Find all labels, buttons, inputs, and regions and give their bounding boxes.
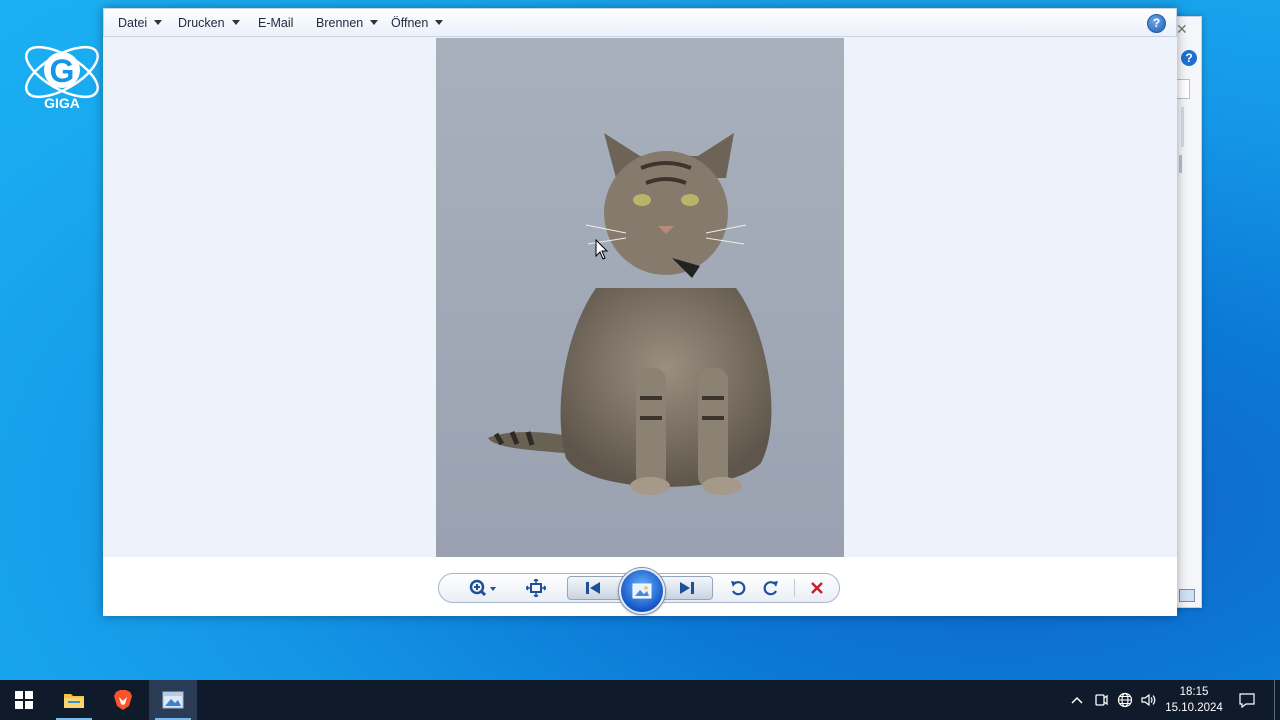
previous-button[interactable]	[578, 574, 608, 602]
clock-date: 15.10.2024	[1165, 702, 1223, 714]
tray-volume[interactable]	[1138, 680, 1160, 720]
rotate-counterclockwise-icon	[731, 581, 746, 596]
scrollbar-thumb[interactable]	[1179, 155, 1182, 173]
chevron-down-icon	[435, 20, 444, 26]
show-desktop-button[interactable]	[1274, 680, 1275, 720]
taskbar-file-explorer[interactable]	[50, 680, 98, 720]
zoom-button[interactable]	[465, 574, 501, 602]
fit-to-window-icon	[526, 579, 546, 597]
slideshow-button[interactable]	[619, 568, 665, 614]
taskbar-photo-viewer[interactable]	[149, 680, 197, 720]
menu-brennen[interactable]: Brennen	[316, 16, 379, 30]
rotate-right-button[interactable]	[756, 574, 786, 602]
chevron-down-icon	[154, 20, 163, 26]
giga-logo-text: GIGA	[44, 95, 80, 111]
menu-oeffnen[interactable]: Öffnen	[391, 16, 444, 30]
clock-time: 18:15	[1179, 686, 1209, 698]
skip-next-icon	[680, 582, 694, 594]
menu-bar: Datei Drucken E-Mail Brennen Öffnen ?	[103, 8, 1177, 37]
speaker-icon	[1141, 693, 1156, 707]
cat-photo	[436, 38, 844, 558]
photo-viewer-window: Datei Drucken E-Mail Brennen Öffnen ?	[103, 8, 1177, 616]
network-globe-icon	[1117, 692, 1133, 708]
menu-email-label: E-Mail	[258, 16, 294, 30]
slideshow-icon	[632, 583, 652, 599]
window-thumbnail-icon	[1179, 589, 1195, 602]
scrollbar-track	[1181, 107, 1184, 147]
taskbar-clock[interactable]: 18:15 15.10.2024	[1162, 684, 1226, 716]
tray-overflow-button[interactable]	[1066, 680, 1088, 720]
taskbar: 18:15 15.10.2024	[0, 680, 1280, 720]
tray-meet-now[interactable]	[1091, 680, 1111, 720]
help-icon[interactable]: ?	[1181, 50, 1197, 66]
next-button[interactable]	[672, 574, 702, 602]
menu-email[interactable]: E-Mail	[258, 16, 293, 30]
brave-browser-icon	[114, 690, 132, 710]
separator	[794, 579, 795, 597]
chevron-down-icon	[370, 20, 379, 26]
action-center-button[interactable]	[1234, 680, 1260, 720]
chevron-down-icon	[231, 20, 240, 26]
close-icon[interactable]: ✕	[1176, 21, 1188, 38]
menu-datei[interactable]: Datei	[118, 16, 163, 30]
tray-network[interactable]	[1114, 680, 1136, 720]
menu-drucken[interactable]: Drucken	[178, 16, 240, 30]
menu-drucken-label: Drucken	[178, 16, 225, 30]
file-explorer-icon	[64, 694, 84, 708]
rotate-left-button[interactable]	[723, 574, 753, 602]
start-button[interactable]	[0, 680, 48, 720]
skip-previous-icon	[586, 582, 600, 594]
photo-viewer-icon	[162, 691, 184, 709]
menu-brennen-label: Brennen	[316, 16, 364, 30]
menu-oeffnen-label: Öffnen	[391, 16, 429, 30]
chevron-up-icon	[1071, 696, 1083, 704]
menu-datei-label: Datei	[118, 16, 148, 30]
mouse-cursor-icon	[595, 239, 609, 260]
notification-icon	[1239, 692, 1255, 708]
start-icon	[15, 691, 33, 709]
delete-x-icon	[811, 582, 823, 594]
help-icon[interactable]: ?	[1147, 14, 1166, 33]
taskbar-brave[interactable]	[99, 680, 147, 720]
giga-logo: G GIGA	[25, 45, 99, 111]
control-pill	[438, 568, 840, 614]
fit-window-button[interactable]	[521, 574, 551, 602]
delete-button[interactable]	[802, 574, 832, 602]
control-bar	[103, 557, 1177, 616]
rotate-clockwise-icon	[763, 581, 778, 596]
giga-logo-letter: G	[50, 53, 75, 89]
meet-now-icon	[1095, 694, 1108, 706]
magnifier-icon	[469, 579, 496, 597]
scroll-arrow[interactable]	[1176, 79, 1190, 99]
photo-area	[103, 37, 1177, 558]
